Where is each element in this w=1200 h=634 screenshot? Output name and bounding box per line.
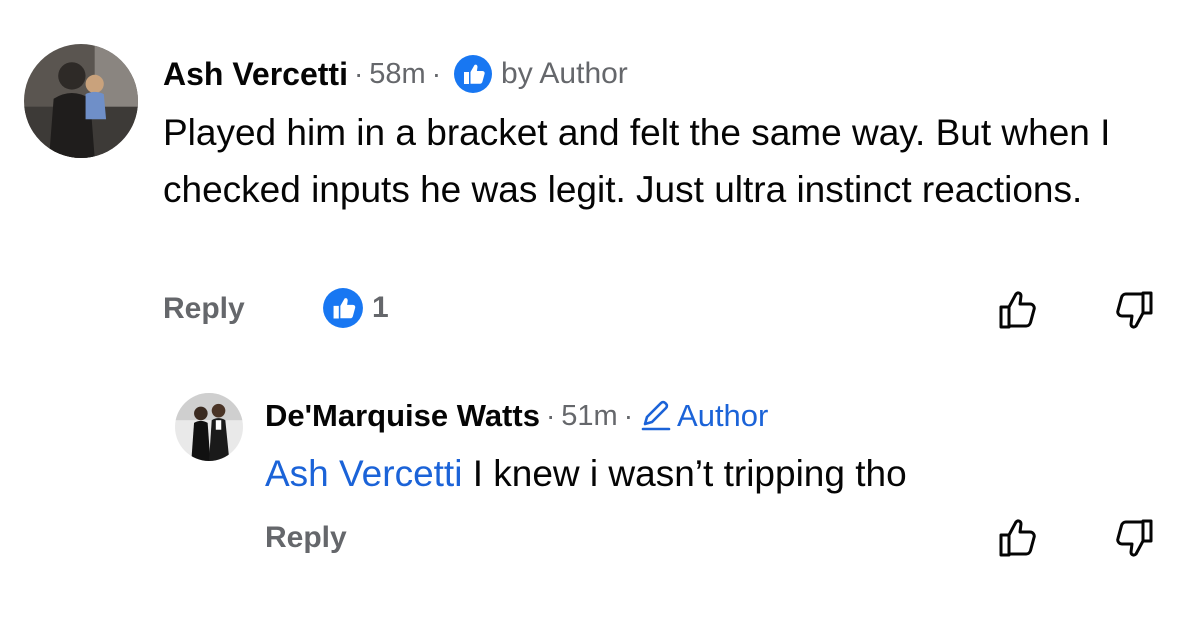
thumbs-up-outline-icon	[999, 291, 1036, 329]
timestamp[interactable]: 58m	[369, 58, 425, 91]
like-reaction-icon	[322, 287, 364, 329]
liked-by-author-label: by Author	[501, 57, 628, 90]
separator-dot: ·	[623, 400, 634, 431]
reaction-count: 1	[372, 291, 389, 324]
downvote-button[interactable]	[1111, 287, 1157, 333]
author-name[interactable]: De'Marquise Watts	[265, 398, 540, 434]
separator-dot: ·	[353, 58, 364, 89]
reaction-summary[interactable]: 1	[322, 287, 389, 329]
thumbs-down-outline-icon	[1116, 291, 1153, 329]
upvote-button[interactable]	[995, 287, 1041, 333]
reply-text: Ash Vercetti I knew i wasn’t tripping th…	[265, 445, 1145, 502]
replier-avatar[interactable]	[175, 393, 243, 461]
pencil-icon	[639, 399, 673, 433]
avatar-photo	[175, 393, 243, 461]
reply-header: De'Marquise Watts · 51m · Author	[265, 395, 768, 437]
comment-text: Played him in a bracket and felt the sam…	[163, 112, 1111, 210]
reply-message: I knew i wasn’t tripping tho	[462, 453, 907, 494]
downvote-button[interactable]	[1111, 515, 1157, 561]
author-badge: Author	[639, 398, 768, 434]
separator-dot: ·	[545, 400, 556, 431]
thumbs-down-outline-icon	[1116, 519, 1153, 557]
separator-dot: ·	[431, 58, 442, 89]
author-tag-label: Author	[677, 398, 769, 433]
comment-header: Ash Vercetti · 58m · by Author	[163, 52, 628, 96]
commenter-avatar[interactable]	[24, 44, 138, 158]
timestamp[interactable]: 51m	[561, 400, 617, 433]
mention-link[interactable]: Ash Vercetti	[265, 453, 462, 494]
author-name[interactable]: Ash Vercetti	[163, 56, 348, 93]
reply-button[interactable]: Reply	[265, 521, 347, 555]
reply-button[interactable]: Reply	[163, 292, 245, 326]
avatar-photo	[24, 44, 138, 158]
thumbs-up-filled-icon	[453, 54, 493, 94]
thumbs-up-outline-icon	[999, 519, 1036, 557]
upvote-button[interactable]	[995, 515, 1041, 561]
